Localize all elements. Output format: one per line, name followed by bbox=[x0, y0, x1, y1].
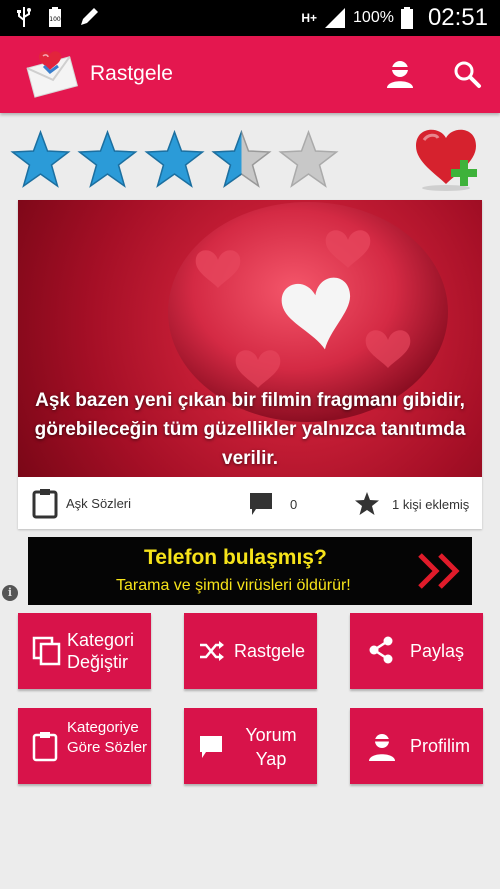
favorites-count: 1 kişi eklemiş bbox=[392, 496, 470, 512]
quote-photo: Aşk bazen yeni çıkan bir filmin fragmanı… bbox=[18, 200, 482, 477]
random-button[interactable]: Rastgele bbox=[184, 613, 317, 689]
status-bar: 100 H+ 100% 02:51 bbox=[0, 0, 500, 36]
comments-link[interactable]: 0 bbox=[248, 491, 297, 517]
star-small-icon bbox=[355, 492, 379, 515]
star-icon[interactable] bbox=[77, 130, 138, 188]
battery-percent: 100% bbox=[353, 9, 394, 26]
app-title: Rastgele bbox=[90, 62, 173, 85]
comment-label: Yorum Yap bbox=[245, 725, 297, 769]
battery-100-icon: 100 bbox=[49, 7, 61, 27]
ad-info-icon[interactable]: i bbox=[2, 585, 18, 601]
quote-card: Aşk bazen yeni çıkan bir filmin fragmanı… bbox=[18, 200, 482, 529]
pen-icon bbox=[81, 8, 98, 25]
empty-star-icon[interactable] bbox=[278, 130, 339, 188]
comment-icon bbox=[250, 493, 272, 515]
battery-icon bbox=[400, 7, 413, 29]
rating-bar[interactable] bbox=[10, 130, 339, 188]
card-footer: Aşk Sözleri 0 1 kişi eklemiş bbox=[18, 477, 482, 529]
network-type: H+ bbox=[301, 11, 318, 25]
app-logo-icon bbox=[26, 51, 79, 98]
random-label: Rastgele bbox=[234, 641, 306, 661]
comment-count: 0 bbox=[290, 496, 298, 512]
clipboard-icon bbox=[32, 732, 58, 762]
category-quotes-button[interactable]: Kategoriye Göre Sözler bbox=[18, 708, 151, 784]
ad-banner[interactable]: i Telefon bulaşmış? Tarama ve şimdi virü… bbox=[0, 537, 500, 605]
add-favorite-heart-icon[interactable] bbox=[410, 124, 486, 192]
ad-subtitle: Tarama ve şimdi virüsleri öldürür! bbox=[116, 577, 351, 594]
favorites-info[interactable]: 1 kişi eklemiş bbox=[354, 491, 469, 517]
quote-text: Aşk bazen yeni çıkan bir filmin fragmanı… bbox=[34, 390, 466, 469]
svg-text:100: 100 bbox=[49, 16, 61, 23]
shuffle-icon bbox=[200, 641, 224, 661]
signal-icon bbox=[325, 8, 346, 28]
comment-button[interactable]: Yorum Yap bbox=[184, 708, 317, 784]
star-icon[interactable] bbox=[10, 130, 71, 188]
profile-icon bbox=[369, 734, 395, 761]
change-category-button[interactable]: Kategori Değiştir bbox=[18, 613, 151, 689]
share-icon bbox=[369, 636, 393, 664]
comment-icon bbox=[200, 736, 222, 758]
profile-button[interactable]: Profilim bbox=[350, 708, 483, 784]
search-icon[interactable] bbox=[451, 58, 483, 90]
category-link[interactable]: Aşk Sözleri bbox=[32, 487, 131, 519]
share-label: Paylaş bbox=[410, 641, 465, 661]
profile-icon[interactable] bbox=[384, 58, 416, 90]
double-chevron-right-icon bbox=[418, 553, 460, 589]
ad-right-margin bbox=[472, 537, 500, 605]
category-label: Aşk Sözleri bbox=[66, 495, 132, 511]
clock: 02:51 bbox=[427, 4, 488, 31]
change-category-label: Kategori Değiştir bbox=[67, 630, 135, 672]
star-icon[interactable] bbox=[144, 130, 205, 188]
clipboard-icon bbox=[32, 489, 58, 519]
share-button[interactable]: Paylaş bbox=[350, 613, 483, 689]
copy-icon bbox=[32, 636, 61, 666]
ad-title: Telefon bulaşmış? bbox=[144, 546, 327, 569]
usb-icon bbox=[17, 7, 31, 27]
category-quotes-label: Kategoriye Göre Sözler bbox=[67, 719, 148, 756]
profile-label: Profilim bbox=[410, 736, 471, 756]
app-bar: Rastgele bbox=[0, 36, 500, 113]
half-star-icon[interactable] bbox=[211, 130, 272, 188]
